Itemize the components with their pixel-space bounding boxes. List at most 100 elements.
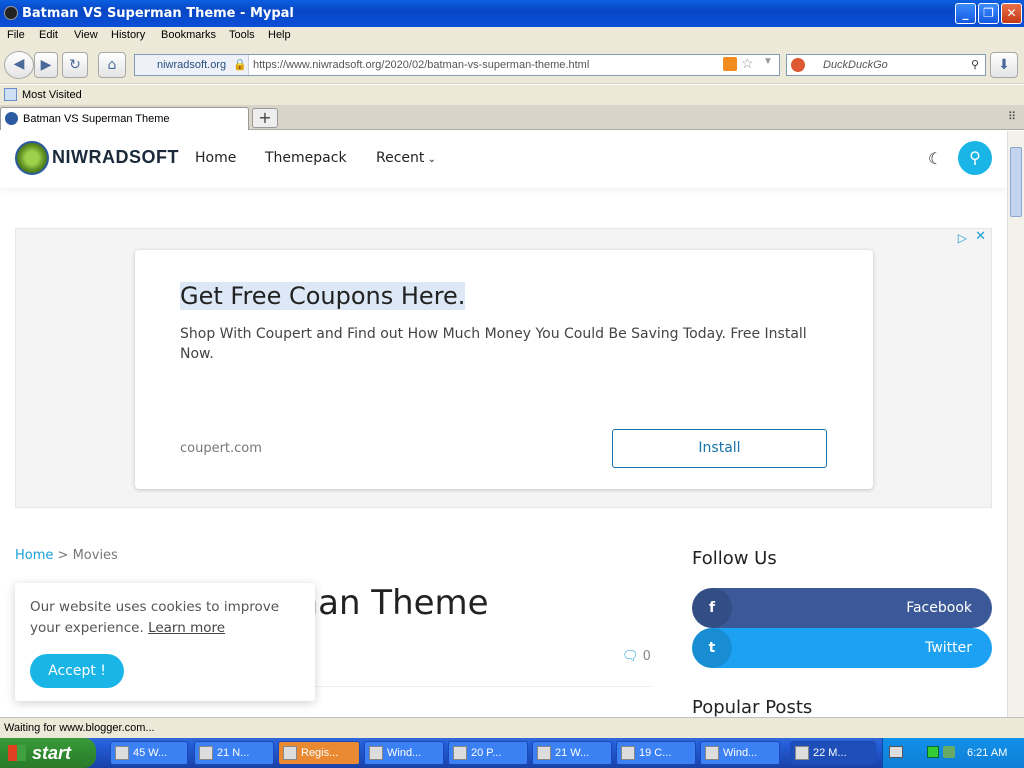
- adchoices-icon[interactable]: ▷: [958, 231, 967, 245]
- menu-history[interactable]: History: [111, 29, 145, 41]
- popular-posts-heading: Popular Posts: [692, 697, 813, 717]
- url-bar[interactable]: niwradsoft.org 🔒 https://www.niwradsoft.…: [134, 54, 780, 76]
- ad-close-icon[interactable]: ✕: [975, 229, 986, 244]
- tab-batman-vs-superman[interactable]: Batman VS Superman Theme: [0, 107, 249, 130]
- cookie-text: Our website uses cookies to improve your…: [30, 597, 290, 639]
- keyboard-icon[interactable]: [889, 746, 903, 758]
- breadcrumb-movies[interactable]: Movies: [73, 548, 118, 563]
- twitter-follow-button[interactable]: t Twitter: [692, 628, 992, 668]
- ad-container: ▷ ✕ Get Free Coupons Here. Shop With Cou…: [15, 228, 992, 508]
- most-visited-bookmark[interactable]: Most Visited: [22, 89, 82, 101]
- safely-remove-icon[interactable]: [943, 746, 955, 758]
- menu-bookmarks[interactable]: Bookmarks: [161, 29, 216, 41]
- status-text: Waiting for www.blogger.com...: [4, 722, 155, 734]
- page-scrollbar[interactable]: [1007, 131, 1024, 717]
- window-title: Batman VS Superman Theme - Mypal: [22, 6, 294, 21]
- follow-us-heading: Follow Us: [692, 548, 777, 569]
- facebook-icon: f: [692, 588, 732, 628]
- windows-taskbar: start 45 W... 21 N... Regis... Wind... 2…: [0, 738, 1024, 768]
- nav-themepack[interactable]: Themepack: [265, 150, 347, 166]
- search-icon: ⚲: [969, 148, 981, 167]
- start-button[interactable]: start: [0, 738, 96, 768]
- facebook-label: Facebook: [906, 600, 972, 616]
- breadcrumb: Home > Movies: [15, 548, 118, 563]
- reload-button[interactable]: ↻: [62, 52, 88, 78]
- menu-help[interactable]: Help: [268, 29, 291, 41]
- comment-bubble-icon: 🗨: [622, 649, 639, 664]
- tab-list-icon[interactable]: ⠿: [1008, 110, 1016, 123]
- search-bar[interactable]: DuckDuckGo ⚲: [786, 54, 986, 76]
- nav-recent[interactable]: Recent ⌄: [376, 150, 436, 166]
- close-button[interactable]: ✕: [1001, 3, 1022, 24]
- ad-install-button[interactable]: Install: [612, 429, 827, 468]
- downloads-button[interactable]: ⬇: [990, 52, 1018, 78]
- forward-button[interactable]: ▶: [34, 52, 58, 78]
- regedit-icon: [283, 746, 297, 760]
- chevron-down-icon: ⌄: [424, 154, 436, 165]
- url-dropdown-icon[interactable]: ▼: [763, 56, 773, 67]
- restore-button[interactable]: ❐: [978, 3, 999, 24]
- cookie-notice: Our website uses cookies to improve your…: [15, 583, 315, 701]
- twitter-label: Twitter: [925, 640, 972, 656]
- breadcrumb-home[interactable]: Home: [15, 548, 53, 563]
- forward-arrow-icon: ▶: [40, 57, 52, 73]
- explorer-icon: [705, 746, 719, 760]
- cookie-learn-more-link[interactable]: Learn more: [148, 620, 225, 636]
- taskbar-button-5[interactable]: 20 P...: [448, 741, 528, 765]
- site-header: NIWRADSOFT Home Themepack Recent ⌄ ☾ ⚲: [0, 131, 1007, 188]
- nav-home[interactable]: Home: [195, 150, 236, 166]
- taskbar-label: 20 P...: [471, 747, 502, 759]
- new-tab-button[interactable]: +: [252, 108, 278, 128]
- status-bar: Waiting for www.blogger.com...: [0, 717, 1024, 738]
- comments-count[interactable]: 🗨 0: [622, 649, 651, 664]
- navigation-toolbar: ◀ ▶ ↻ ⌂ niwradsoft.org 🔒 https://www.niw…: [0, 46, 1024, 84]
- bookmark-star-icon[interactable]: ☆: [741, 55, 754, 72]
- taskbar-button-7[interactable]: 19 C...: [616, 741, 696, 765]
- taskbar-button-2[interactable]: 21 N...: [194, 741, 274, 765]
- ad-card[interactable]: Get Free Coupons Here. Shop With Coupert…: [135, 250, 873, 489]
- post-title-visible-part: man Theme: [285, 583, 489, 623]
- paint-icon: [453, 746, 467, 760]
- url-text[interactable]: https://www.niwradsoft.org/2020/02/batma…: [253, 55, 589, 75]
- menu-edit[interactable]: Edit: [39, 29, 58, 41]
- taskbar-label: Wind...: [723, 747, 758, 759]
- notepad-icon: [199, 746, 213, 760]
- ad-title[interactable]: Get Free Coupons Here.: [180, 282, 466, 310]
- site-identity[interactable]: niwradsoft.org 🔒: [135, 55, 249, 75]
- scrollbar-thumb[interactable]: [1010, 147, 1022, 217]
- wordpad-icon: [537, 746, 551, 760]
- menu-view[interactable]: View: [74, 29, 98, 41]
- search-go-icon[interactable]: ⚲: [971, 55, 979, 75]
- breadcrumb-separator: >: [57, 548, 69, 563]
- taskbar-button-6[interactable]: 21 W...: [532, 741, 612, 765]
- tab-label: Batman VS Superman Theme: [23, 113, 170, 125]
- menu-file[interactable]: File: [7, 29, 25, 41]
- menu-tools[interactable]: Tools: [229, 29, 255, 41]
- dark-mode-moon-icon[interactable]: ☾: [928, 149, 942, 168]
- taskbar-button-4[interactable]: Wind...: [364, 741, 444, 765]
- alien-logo-icon[interactable]: [15, 141, 49, 175]
- taskbar-label: 45 W...: [133, 747, 168, 759]
- page-viewport: NIWRADSOFT Home Themepack Recent ⌄ ☾ ⚲ ▷…: [0, 131, 1007, 717]
- taskbar-button-8[interactable]: Wind...: [700, 741, 780, 765]
- facebook-follow-button[interactable]: f Facebook: [692, 588, 992, 628]
- rss-feed-icon[interactable]: [723, 57, 737, 71]
- site-search-button[interactable]: ⚲: [958, 141, 992, 175]
- network-icon[interactable]: [927, 746, 939, 758]
- window-titlebar: Batman VS Superman Theme - Mypal _ ❐ ✕: [0, 0, 1024, 27]
- reload-icon: ↻: [69, 57, 81, 73]
- site-brand[interactable]: NIWRADSOFT: [52, 147, 179, 168]
- home-button[interactable]: ⌂: [98, 52, 126, 78]
- cookie-accept-button[interactable]: Accept !: [30, 654, 124, 688]
- taskbar-button-9[interactable]: 22 M...: [790, 741, 876, 765]
- cmd-icon: [115, 746, 129, 760]
- taskbar-button-3[interactable]: Regis...: [278, 741, 360, 765]
- taskbar-button-1[interactable]: 45 W...: [110, 741, 188, 765]
- clock[interactable]: 6:21 AM: [967, 738, 1007, 768]
- back-button[interactable]: ◀: [4, 51, 34, 79]
- lock-icon: 🔒: [233, 59, 247, 71]
- tab-favicon: [5, 112, 18, 125]
- duckduckgo-icon[interactable]: [791, 58, 805, 72]
- minimize-button[interactable]: _: [955, 3, 976, 24]
- ad-domain: coupert.com: [180, 441, 262, 456]
